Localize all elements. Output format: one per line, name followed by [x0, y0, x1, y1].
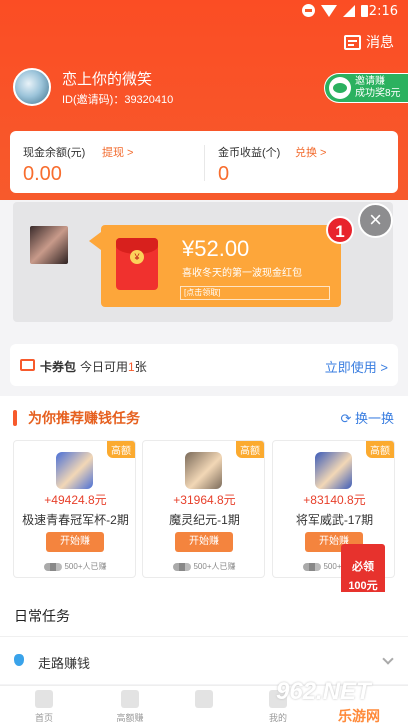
use-now-link[interactable]: 立即使用 > [325, 357, 388, 376]
game-icon [185, 452, 222, 489]
redpacket-desc: 喜收冬天的第一波现金红包 [182, 268, 302, 279]
redpacket-count-badge: 1 [326, 216, 354, 244]
high-amount-tag: 高额 [236, 441, 264, 458]
coupon-title: 卡券包 [40, 360, 77, 374]
must-get-label: 必领 [352, 561, 374, 573]
task-card[interactable]: 高额 +31964.8元 魔灵纪元-1期开始赚 500+人已赚 [142, 440, 265, 578]
refresh-button[interactable]: ⟳ 换一换 [340, 408, 394, 427]
close-icon[interactable]: × [358, 203, 393, 238]
task-name: 魔灵纪元-1期 [169, 513, 240, 527]
status-bar: 2:16 [0, 0, 408, 24]
user-avatars [303, 562, 322, 571]
cash-balance: 现金余额(元) 提现 > 0.00 [10, 131, 204, 193]
must-get-amount: 100元 [348, 580, 378, 592]
balance-card: 现金余额(元) 提现 > 0.00 金币收益(个) 兑换 > 0 [10, 131, 398, 193]
username: 恋上你的微笑 [62, 71, 153, 88]
tasks-title: 为你推荐赚钱任务 [28, 410, 140, 426]
divider [0, 636, 408, 637]
game-icon [56, 452, 93, 489]
gold-label: 金币收益(个) [218, 147, 281, 159]
withdraw-link[interactable]: 提现 > [102, 144, 133, 160]
task-name: 极速青春冠军杯-2期 [22, 513, 129, 527]
task-amount: +49424.8元 [44, 493, 107, 507]
walk-earn-item[interactable]: 走路赚钱 [38, 653, 90, 672]
high-amount-tag: 高额 [366, 441, 394, 458]
invite-line2: 成功奖8元 [355, 88, 401, 99]
cash-value: 0.00 [23, 163, 62, 185]
signal-icon [343, 4, 355, 17]
task-amount: +31964.8元 [173, 493, 236, 507]
status-time: 2:16 [368, 4, 398, 19]
coupon-row[interactable]: 卡券包 今日可用1张 立即使用 > [10, 344, 398, 386]
coupon-count: 1 [128, 360, 135, 374]
wifi-icon [321, 4, 337, 17]
user-avatars [173, 562, 192, 571]
task-card[interactable]: 高额 +49424.8元极速青春冠军杯-2期开始赚 500+人已赚 [13, 440, 136, 578]
center-icon [195, 690, 213, 708]
daily-title: 日常任务 [14, 608, 70, 624]
message-icon [344, 34, 361, 50]
ticket-icon [20, 359, 35, 371]
cash-label: 现金余额(元) [23, 147, 86, 159]
home-icon [35, 690, 53, 708]
tab-home[interactable]: 首页 [14, 690, 74, 724]
footprint-icon [14, 654, 24, 666]
red-envelope-icon: ¥ [116, 238, 158, 290]
battery-icon [361, 4, 368, 17]
task-amount: +83140.8元 [303, 493, 366, 507]
invite-button[interactable]: 邀请赚 成功奖8元 [324, 73, 408, 103]
redpacket-claim-link[interactable]: [点击领取] [180, 286, 330, 300]
coupon-today: 今日可用1张 [80, 360, 147, 374]
gold-balance: 金币收益(个) 兑换 > 0 [206, 131, 398, 193]
wechat-icon [329, 77, 351, 99]
joined-count: 500+人已赚 [14, 561, 137, 572]
do-not-disturb-icon [302, 4, 315, 17]
message-button[interactable]: 消息 [344, 32, 394, 52]
user-id: ID(邀请码)：39320410 [62, 94, 174, 106]
tab-center[interactable] [174, 690, 234, 711]
avatar[interactable] [13, 68, 51, 106]
joined-count: 500+人已赚 [143, 561, 266, 572]
message-label: 消息 [366, 34, 394, 50]
invite-line1: 邀请赚 [355, 76, 385, 87]
game-icon [315, 452, 352, 489]
balance-divider [204, 145, 205, 181]
exchange-link[interactable]: 兑换 > [295, 144, 326, 160]
gold-value: 0 [218, 163, 230, 185]
high-amount-tag: 高额 [107, 441, 135, 458]
section-accent-bar [13, 410, 17, 426]
redpacket-coin: ¥ [130, 250, 144, 264]
start-earn-button[interactable]: 开始赚 [175, 532, 233, 552]
task-name: 将军威武-17期 [295, 513, 374, 527]
watermark-logo: 962.NET 乐游网 [276, 678, 380, 724]
redpacket-amount: ¥52.00 [182, 236, 250, 261]
earn-icon [121, 690, 139, 708]
redpacket-bubble-arrow [89, 232, 101, 250]
redpacket-sender-avatar [30, 226, 68, 264]
user-avatars [44, 562, 63, 571]
start-earn-button[interactable]: 开始赚 [46, 532, 104, 552]
tab-high-earn[interactable]: 高额赚 [100, 690, 160, 724]
